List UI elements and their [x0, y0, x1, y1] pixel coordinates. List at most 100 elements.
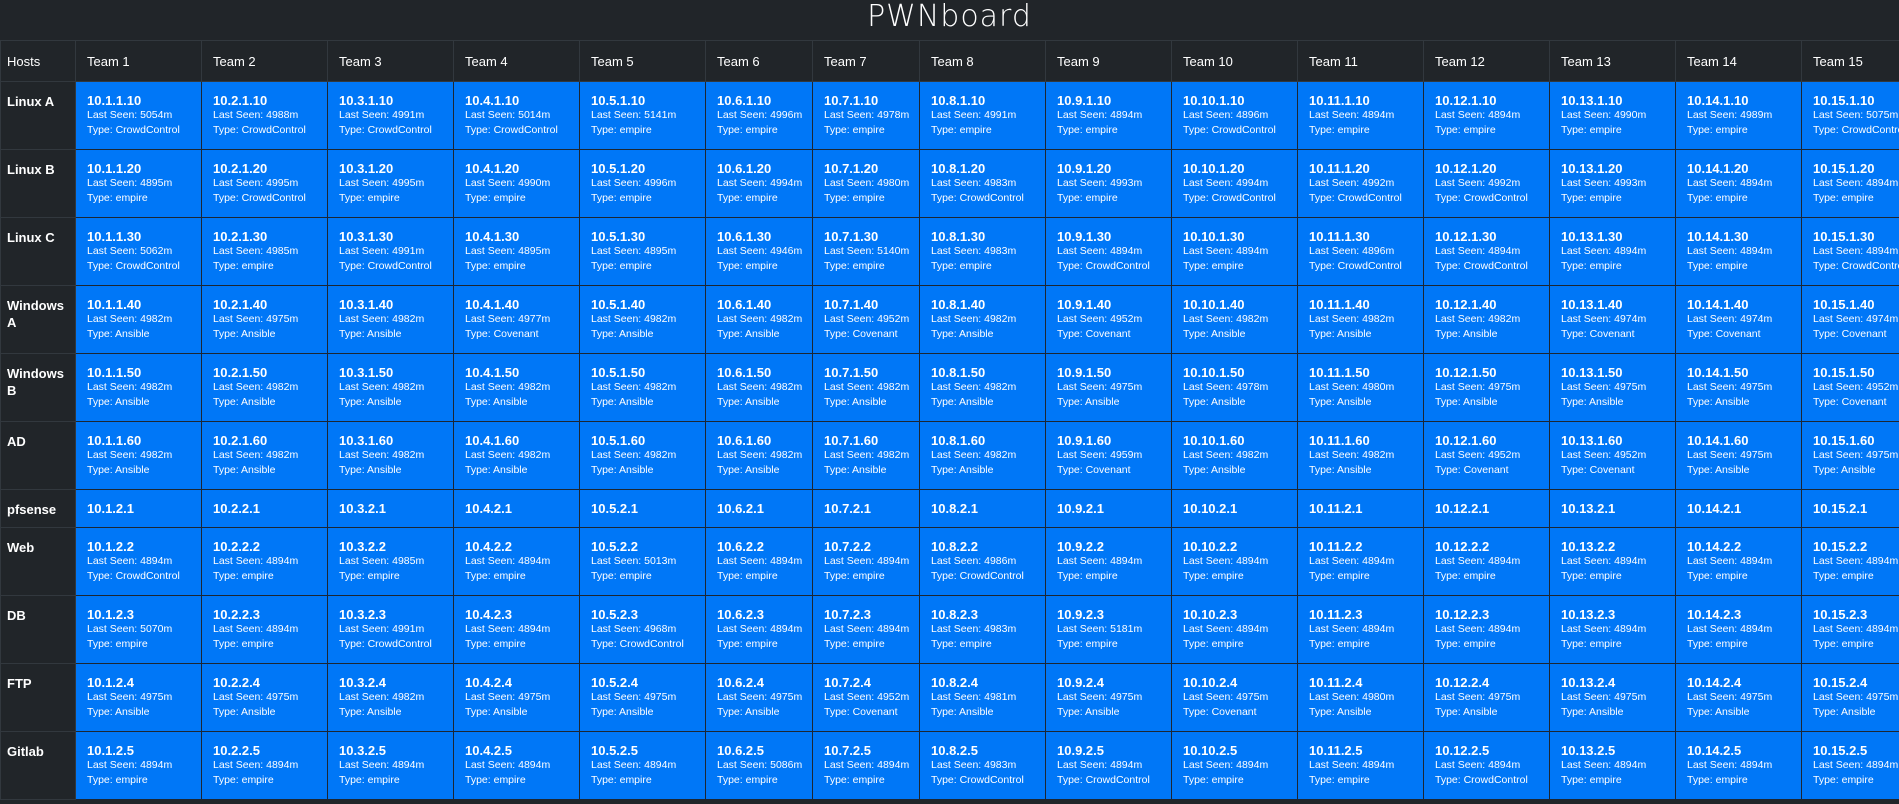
host-cell[interactable]: 10.7.1.40 Last Seen: 4952m Type: Covenant	[812, 285, 920, 354]
host-cell[interactable]: 10.11.1.50 Last Seen: 4980m Type: Ansible	[1297, 353, 1424, 422]
host-cell[interactable]: 10.3.2.2 Last Seen: 4985m Type: empire	[327, 527, 454, 596]
host-cell[interactable]: 10.6.1.60 Last Seen: 4982m Type: Ansible	[705, 421, 813, 490]
host-cell[interactable]: 10.2.1.20 Last Seen: 4995m Type: CrowdCont…	[201, 149, 328, 218]
host-cell[interactable]: 10.13.2.4 Last Seen: 4975m Type: Ansible	[1549, 663, 1676, 732]
host-cell[interactable]: 10.2.1.50 Last Seen: 4982m Type: Ansible	[201, 353, 328, 422]
host-cell[interactable]: 10.3.1.20 Last Seen: 4995m Type: empire	[327, 149, 454, 218]
host-cell[interactable]: 10.11.2.1	[1297, 489, 1424, 528]
host-cell[interactable]: 10.14.2.4 Last Seen: 4975m Type: Ansible	[1675, 663, 1802, 732]
host-cell[interactable]: 10.3.1.30 Last Seen: 4991m Type: CrowdCont…	[327, 217, 454, 286]
host-cell[interactable]: 10.6.2.2 Last Seen: 4894m Type: empire	[705, 527, 813, 596]
host-cell[interactable]: 10.1.1.30 Last Seen: 5062m Type: CrowdCont…	[75, 217, 202, 286]
host-cell[interactable]: 10.2.1.40 Last Seen: 4975m Type: Ansible	[201, 285, 328, 354]
host-cell[interactable]: 10.4.2.5 Last Seen: 4894m Type: empire	[453, 731, 580, 800]
host-cell[interactable]: 10.5.1.20 Last Seen: 4996m Type: empire	[579, 149, 706, 218]
host-cell[interactable]: 10.1.2.3 Last Seen: 5070m Type: empire	[75, 595, 202, 664]
host-cell[interactable]: 10.14.2.2 Last Seen: 4894m Type: empire	[1675, 527, 1802, 596]
host-cell[interactable]: 10.9.1.30 Last Seen: 4894m Type: CrowdCont…	[1045, 217, 1172, 286]
host-cell[interactable]: 10.9.2.2 Last Seen: 4894m Type: empire	[1045, 527, 1172, 596]
host-cell[interactable]: 10.15.1.50 Last Seen: 4952m Type: Covenant	[1801, 353, 1899, 422]
host-cell[interactable]: 10.15.2.3 Last Seen: 4894m Type: empire	[1801, 595, 1899, 664]
host-cell[interactable]: 10.3.1.60 Last Seen: 4982m Type: Ansible	[327, 421, 454, 490]
host-cell[interactable]: 10.14.1.30 Last Seen: 4894m Type: empire	[1675, 217, 1802, 286]
host-cell[interactable]: 10.4.2.4 Last Seen: 4975m Type: Ansible	[453, 663, 580, 732]
host-cell[interactable]: 10.6.1.40 Last Seen: 4982m Type: Ansible	[705, 285, 813, 354]
host-cell[interactable]: 10.9.1.10 Last Seen: 4894m Type: empire	[1045, 81, 1172, 150]
host-cell[interactable]: 10.8.1.10 Last Seen: 4991m Type: empire	[919, 81, 1046, 150]
host-cell[interactable]: 10.2.2.3 Last Seen: 4894m Type: empire	[201, 595, 328, 664]
host-cell[interactable]: 10.10.1.20 Last Seen: 4994m Type: CrowdCon…	[1171, 149, 1298, 218]
host-cell[interactable]: 10.5.2.4 Last Seen: 4975m Type: Ansible	[579, 663, 706, 732]
host-cell[interactable]: 10.4.2.1	[453, 489, 580, 528]
host-cell[interactable]: 10.11.2.2 Last Seen: 4894m Type: empire	[1297, 527, 1424, 596]
host-cell[interactable]: 10.13.2.2 Last Seen: 4894m Type: empire	[1549, 527, 1676, 596]
host-cell[interactable]: 10.2.1.10 Last Seen: 4988m Type: CrowdCont…	[201, 81, 328, 150]
host-cell[interactable]: 10.7.2.2 Last Seen: 4894m Type: empire	[812, 527, 920, 596]
host-cell[interactable]: 10.13.2.1	[1549, 489, 1676, 528]
host-cell[interactable]: 10.4.1.50 Last Seen: 4982m Type: Ansible	[453, 353, 580, 422]
host-cell[interactable]: 10.4.1.30 Last Seen: 4895m Type: empire	[453, 217, 580, 286]
host-cell[interactable]: 10.4.2.2 Last Seen: 4894m Type: empire	[453, 527, 580, 596]
host-cell[interactable]: 10.12.1.60 Last Seen: 4952m Type: Covenant	[1423, 421, 1550, 490]
host-cell[interactable]: 10.9.1.40 Last Seen: 4952m Type: Covenant	[1045, 285, 1172, 354]
host-cell[interactable]: 10.7.1.30 Last Seen: 5140m Type: empire	[812, 217, 920, 286]
host-cell[interactable]: 10.14.1.60 Last Seen: 4975m Type: Ansible	[1675, 421, 1802, 490]
host-cell[interactable]: 10.10.1.60 Last Seen: 4982m Type: Ansible	[1171, 421, 1298, 490]
host-cell[interactable]: 10.6.2.5 Last Seen: 5086m Type: empire	[705, 731, 813, 800]
host-cell[interactable]: 10.12.2.3 Last Seen: 4894m Type: empire	[1423, 595, 1550, 664]
host-cell[interactable]: 10.7.1.10 Last Seen: 4978m Type: empire	[812, 81, 920, 150]
host-cell[interactable]: 10.9.2.3 Last Seen: 5181m Type: empire	[1045, 595, 1172, 664]
host-cell[interactable]: 10.15.2.5 Last Seen: 4894m Type: empire	[1801, 731, 1899, 800]
host-cell[interactable]: 10.6.2.1	[705, 489, 813, 528]
host-cell[interactable]: 10.8.2.5 Last Seen: 4983m Type: CrowdContr…	[919, 731, 1046, 800]
host-cell[interactable]: 10.6.2.3 Last Seen: 4894m Type: empire	[705, 595, 813, 664]
host-cell[interactable]: 10.12.1.50 Last Seen: 4975m Type: Ansible	[1423, 353, 1550, 422]
host-cell[interactable]: 10.9.1.60 Last Seen: 4959m Type: Covenant	[1045, 421, 1172, 490]
host-cell[interactable]: 10.5.1.30 Last Seen: 4895m Type: empire	[579, 217, 706, 286]
host-cell[interactable]: 10.1.1.60 Last Seen: 4982m Type: Ansible	[75, 421, 202, 490]
host-cell[interactable]: 10.2.1.30 Last Seen: 4985m Type: empire	[201, 217, 328, 286]
host-cell[interactable]: 10.13.2.3 Last Seen: 4894m Type: empire	[1549, 595, 1676, 664]
host-cell[interactable]: 10.7.2.5 Last Seen: 4894m Type: empire	[812, 731, 920, 800]
host-cell[interactable]: 10.14.2.5 Last Seen: 4894m Type: empire	[1675, 731, 1802, 800]
host-cell[interactable]: 10.1.1.40 Last Seen: 4982m Type: Ansible	[75, 285, 202, 354]
host-cell[interactable]: 10.10.1.30 Last Seen: 4894m Type: empire	[1171, 217, 1298, 286]
host-cell[interactable]: 10.12.2.1	[1423, 489, 1550, 528]
host-cell[interactable]: 10.10.2.1	[1171, 489, 1298, 528]
host-cell[interactable]: 10.14.2.3 Last Seen: 4894m Type: empire	[1675, 595, 1802, 664]
host-cell[interactable]: 10.15.2.2 Last Seen: 4894m Type: empire	[1801, 527, 1899, 596]
host-cell[interactable]: 10.13.1.40 Last Seen: 4974m Type: Covenant	[1549, 285, 1676, 354]
host-cell[interactable]: 10.9.2.1	[1045, 489, 1172, 528]
host-cell[interactable]: 10.1.1.10 Last Seen: 5054m Type: CrowdCont…	[75, 81, 202, 150]
host-cell[interactable]: 10.10.2.5 Last Seen: 4894m Type: empire	[1171, 731, 1298, 800]
host-cell[interactable]: 10.5.1.50 Last Seen: 4982m Type: Ansible	[579, 353, 706, 422]
host-cell[interactable]: 10.3.2.1	[327, 489, 454, 528]
host-cell[interactable]: 10.10.2.4 Last Seen: 4975m Type: Covenant	[1171, 663, 1298, 732]
host-cell[interactable]: 10.9.1.20 Last Seen: 4993m Type: empire	[1045, 149, 1172, 218]
host-cell[interactable]: 10.1.2.5 Last Seen: 4894m Type: empire	[75, 731, 202, 800]
host-cell[interactable]: 10.13.1.50 Last Seen: 4975m Type: Ansible	[1549, 353, 1676, 422]
host-cell[interactable]: 10.10.1.40 Last Seen: 4982m Type: Ansible	[1171, 285, 1298, 354]
host-cell[interactable]: 10.13.2.5 Last Seen: 4894m Type: empire	[1549, 731, 1676, 800]
host-cell[interactable]: 10.5.2.2 Last Seen: 5013m Type: empire	[579, 527, 706, 596]
host-cell[interactable]: 10.3.1.10 Last Seen: 4991m Type: CrowdCont…	[327, 81, 454, 150]
host-cell[interactable]: 10.4.1.20 Last Seen: 4990m Type: empire	[453, 149, 580, 218]
host-cell[interactable]: 10.10.2.3 Last Seen: 4894m Type: empire	[1171, 595, 1298, 664]
host-cell[interactable]: 10.8.1.20 Last Seen: 4983m Type: CrowdCont…	[919, 149, 1046, 218]
host-cell[interactable]: 10.2.1.60 Last Seen: 4982m Type: Ansible	[201, 421, 328, 490]
host-cell[interactable]: 10.6.1.10 Last Seen: 4996m Type: empire	[705, 81, 813, 150]
host-cell[interactable]: 10.12.2.4 Last Seen: 4975m Type: Ansible	[1423, 663, 1550, 732]
host-cell[interactable]: 10.8.1.60 Last Seen: 4982m Type: Ansible	[919, 421, 1046, 490]
host-cell[interactable]: 10.15.2.1	[1801, 489, 1899, 528]
host-cell[interactable]: 10.1.1.50 Last Seen: 4982m Type: Ansible	[75, 353, 202, 422]
host-cell[interactable]: 10.11.1.20 Last Seen: 4992m Type: CrowdCon…	[1297, 149, 1424, 218]
host-cell[interactable]: 10.4.2.3 Last Seen: 4894m Type: empire	[453, 595, 580, 664]
host-cell[interactable]: 10.2.2.4 Last Seen: 4975m Type: Ansible	[201, 663, 328, 732]
host-cell[interactable]: 10.11.2.3 Last Seen: 4894m Type: empire	[1297, 595, 1424, 664]
host-cell[interactable]: 10.3.2.4 Last Seen: 4982m Type: Ansible	[327, 663, 454, 732]
host-cell[interactable]: 10.1.2.1	[75, 489, 202, 528]
host-cell[interactable]: 10.13.1.20 Last Seen: 4993m Type: empire	[1549, 149, 1676, 218]
host-cell[interactable]: 10.1.2.2 Last Seen: 4894m Type: CrowdContr…	[75, 527, 202, 596]
host-cell[interactable]: 10.3.2.5 Last Seen: 4894m Type: empire	[327, 731, 454, 800]
host-cell[interactable]: 10.2.2.1	[201, 489, 328, 528]
